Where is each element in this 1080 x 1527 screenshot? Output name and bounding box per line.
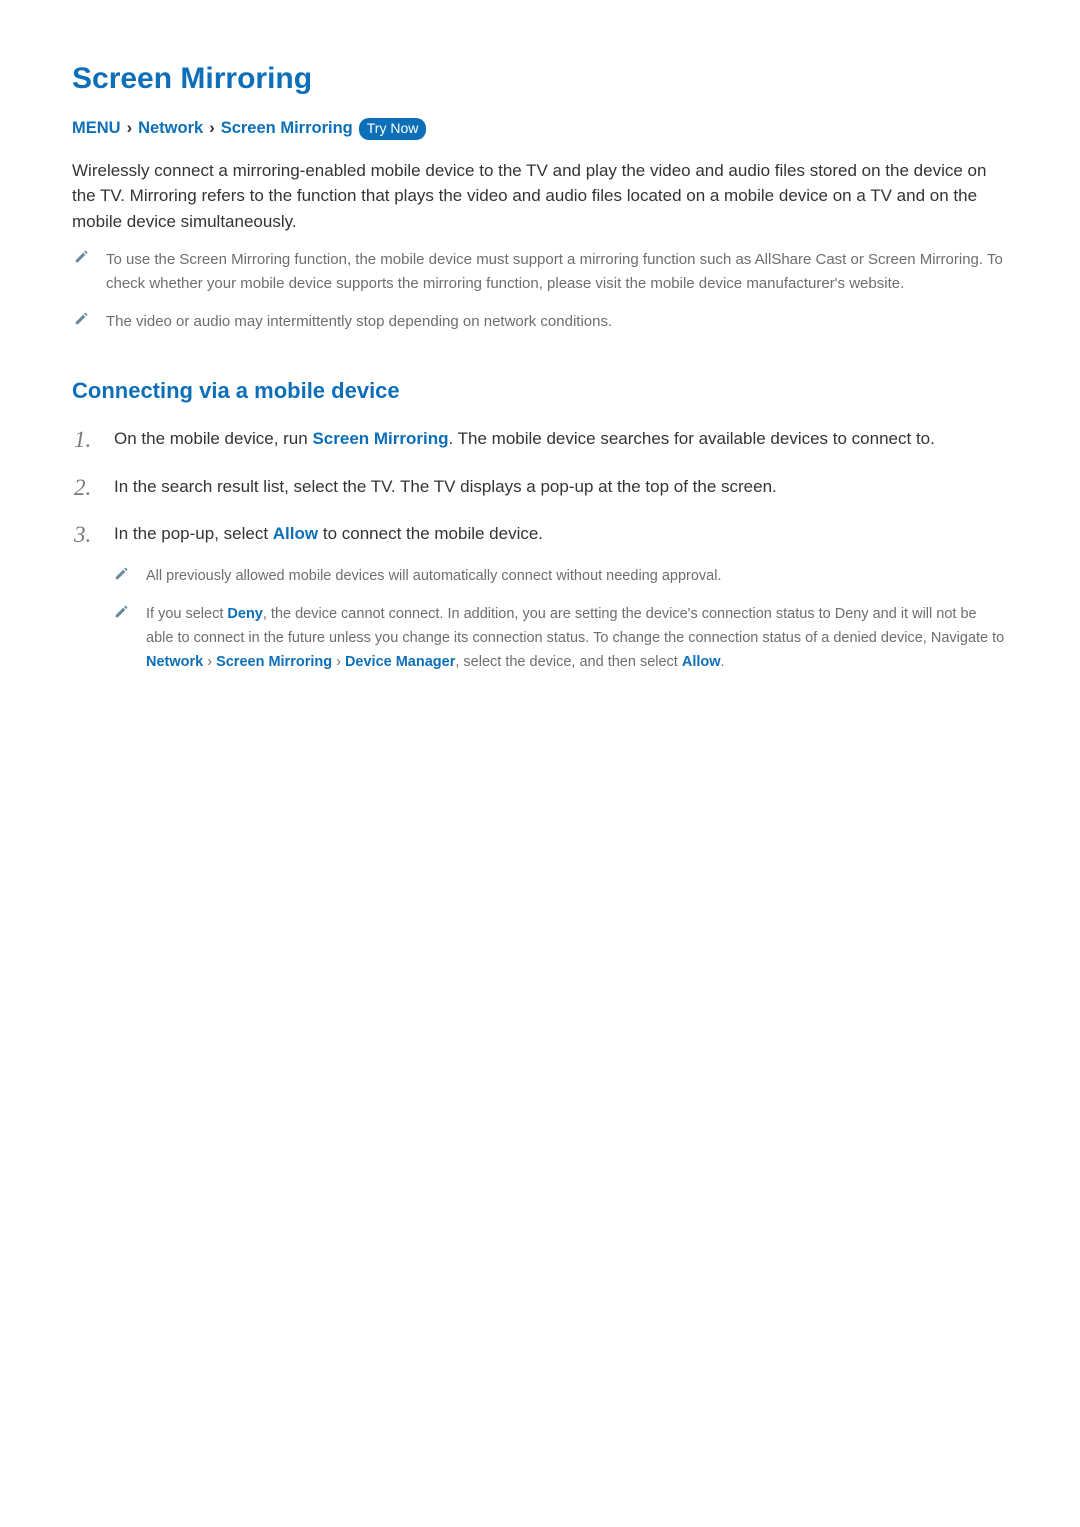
step-text: to connect the mobile device.	[318, 524, 543, 543]
allow-keyword: Allow	[682, 654, 721, 670]
note-text: The video or audio may intermittently st…	[106, 310, 612, 334]
page-title: Screen Mirroring	[72, 62, 1008, 96]
chevron-right-icon: ›	[207, 654, 212, 670]
pencil-icon	[74, 250, 88, 264]
note-text-part: .	[721, 654, 725, 670]
device-manager-keyword: Device Manager	[345, 654, 455, 670]
note-item: The video or audio may intermittently st…	[74, 310, 1008, 334]
deny-keyword: Deny	[227, 606, 262, 622]
chevron-right-icon: ›	[209, 119, 215, 138]
network-keyword: Network	[146, 654, 203, 670]
chevron-right-icon: ›	[336, 654, 341, 670]
step-keyword: Allow	[273, 524, 318, 543]
try-now-button[interactable]: Try Now	[359, 118, 427, 140]
section-title: Connecting via a mobile device	[72, 378, 1008, 404]
note-text: If you select Deny, the device cannot co…	[146, 603, 1008, 675]
note-item: All previously allowed mobile devices wi…	[114, 565, 1008, 589]
steps-list: On the mobile device, run Screen Mirrori…	[72, 426, 1008, 674]
breadcrumb-menu: MENU	[72, 119, 121, 138]
screen-mirroring-keyword: Screen Mirroring	[216, 654, 332, 670]
step-keyword: Screen Mirroring	[312, 429, 448, 448]
note-text-part: , the device cannot connect. In addition…	[146, 606, 1004, 646]
step-text: In the pop-up, select	[114, 524, 273, 543]
pencil-icon	[74, 312, 88, 326]
step-3: In the pop-up, select Allow to connect t…	[74, 521, 1008, 674]
note-text-part: If you select	[146, 606, 227, 622]
note-text: All previously allowed mobile devices wi…	[146, 565, 721, 589]
pencil-icon	[114, 567, 128, 581]
note-text: To use the Screen Mirroring function, th…	[106, 248, 1008, 296]
note-item: If you select Deny, the device cannot co…	[114, 603, 1008, 675]
breadcrumb: MENU › Network › Screen Mirroring Try No…	[72, 118, 1008, 140]
step-text: In the search result list, select the TV…	[114, 477, 777, 496]
step-text: . The mobile device searches for availab…	[449, 429, 935, 448]
intro-paragraph: Wirelessly connect a mirroring-enabled m…	[72, 158, 1008, 235]
chevron-right-icon: ›	[127, 119, 133, 138]
top-notes-list: To use the Screen Mirroring function, th…	[72, 248, 1008, 334]
step-text: On the mobile device, run	[114, 429, 312, 448]
note-text-part: , select the device, and then select	[455, 654, 682, 670]
sub-notes-list: All previously allowed mobile devices wi…	[114, 565, 1008, 675]
step-2: In the search result list, select the TV…	[74, 474, 1008, 500]
note-item: To use the Screen Mirroring function, th…	[74, 248, 1008, 296]
step-1: On the mobile device, run Screen Mirrori…	[74, 426, 1008, 452]
breadcrumb-network: Network	[138, 119, 203, 138]
pencil-icon	[114, 605, 128, 619]
breadcrumb-screen-mirroring: Screen Mirroring	[221, 119, 353, 138]
